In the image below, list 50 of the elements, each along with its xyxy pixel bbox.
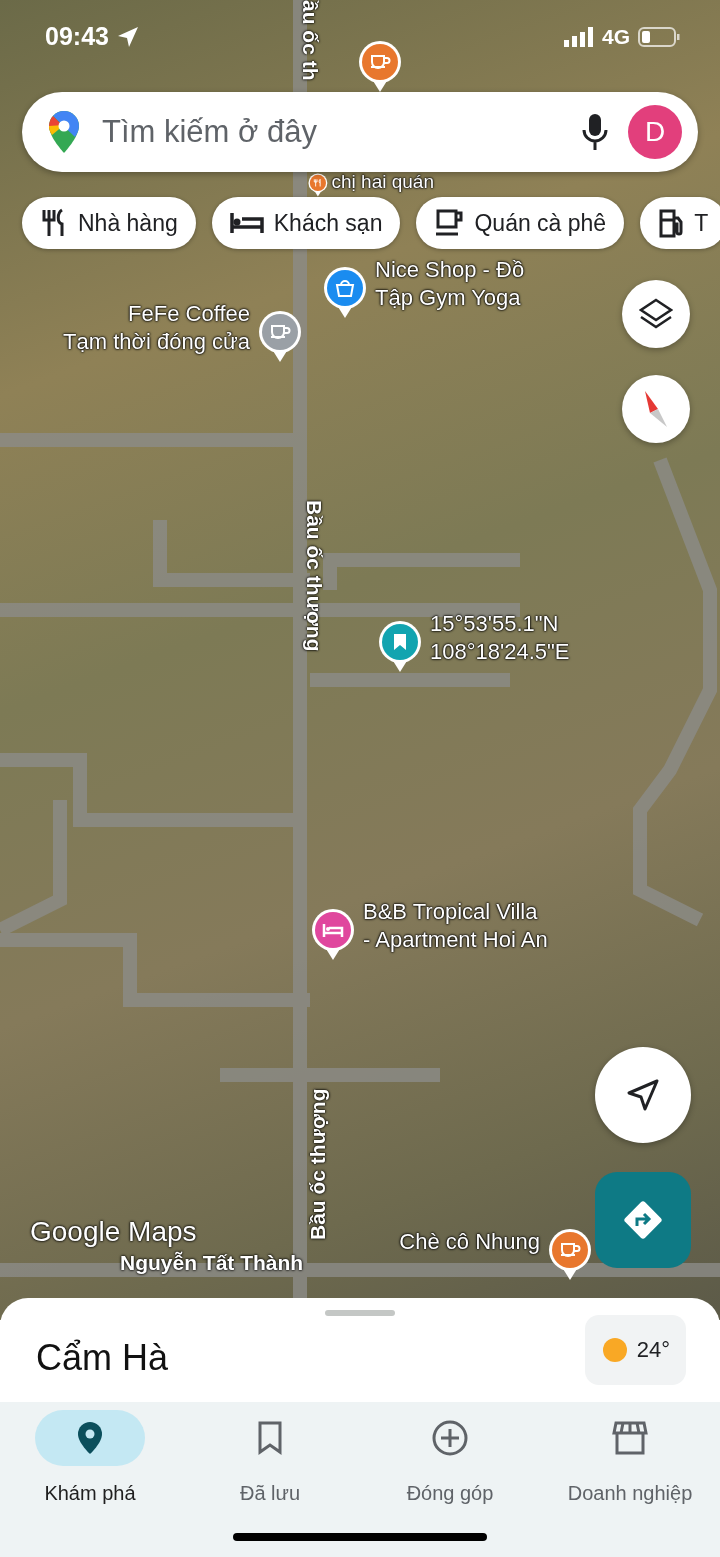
- street-label: Nguyễn Tất Thành: [120, 1251, 304, 1275]
- battery-icon: [638, 25, 680, 48]
- network-label: 4G: [602, 24, 630, 49]
- nav-tab[interactable]: Đã lưu: [180, 1410, 360, 1505]
- category-chip[interactable]: T: [640, 197, 720, 249]
- place-title: Cẩm Hà: [36, 1337, 170, 1379]
- nav-tab[interactable]: Đóng góp: [360, 1410, 540, 1505]
- category-chip[interactable]: Quán cà phê: [416, 197, 625, 249]
- place-label: B&B Tropical Villa - Apartment Hoi An: [363, 898, 548, 954]
- search-field[interactable]: Tìm kiếm ở đây: [100, 113, 562, 151]
- account-avatar[interactable]: D: [628, 105, 682, 159]
- maps-logo-icon: [48, 110, 80, 154]
- bookmark-icon: [257, 1421, 283, 1455]
- navigation-arrow-icon: [627, 1079, 659, 1111]
- bed-icon: [229, 211, 264, 235]
- sun-icon: [600, 1336, 629, 1364]
- search-bar[interactable]: Tìm kiếm ở đây D: [22, 92, 698, 172]
- hotel-pin-icon[interactable]: [311, 908, 355, 962]
- cafe-pin-icon[interactable]: [258, 310, 302, 364]
- nav-tab[interactable]: Khám phá: [0, 1410, 180, 1505]
- place-label: chị hai quán: [331, 170, 434, 194]
- cafe-pin-icon[interactable]: [548, 1228, 592, 1282]
- weather-chip[interactable]: 24°: [584, 1315, 686, 1385]
- directions-button[interactable]: [595, 1172, 691, 1268]
- shop-pin-icon[interactable]: [323, 266, 367, 320]
- place-label: Chè cô Nhung: [399, 1228, 540, 1256]
- restaurant-pin-icon[interactable]: [308, 172, 328, 197]
- place-label: 15°53'55.1"N 108°18'24.5"E: [430, 610, 570, 666]
- street-label: Bầu ốc thượng: [302, 500, 326, 652]
- fuel-pump-icon: [658, 208, 685, 238]
- map-logo: Google Maps: [30, 1216, 197, 1248]
- saved-pin-icon[interactable]: [378, 620, 422, 674]
- signal-icon: [564, 26, 594, 47]
- plus-circle-icon: [432, 1420, 468, 1456]
- storefront-icon: [612, 1421, 648, 1455]
- layers-icon: [639, 298, 673, 330]
- place-label: FeFe Coffee Tạm thời đóng cửa: [63, 300, 250, 356]
- temperature-label: 24°: [636, 1337, 670, 1363]
- microphone-icon[interactable]: [582, 113, 608, 151]
- location-pin-icon: [77, 1421, 103, 1455]
- clock: 09:43: [45, 22, 109, 51]
- nav-tab[interactable]: Doanh nghiệp: [540, 1410, 720, 1505]
- cafe-pin-icon[interactable]: [358, 40, 402, 94]
- location-arrow-icon: [116, 25, 139, 48]
- place-label: Nice Shop - Đồ Tập Gym Yoga: [375, 256, 525, 312]
- category-chip[interactable]: Khách sạn: [211, 197, 401, 249]
- street-label: Bầu ốc thượng: [306, 1088, 330, 1240]
- street-label: ầu ốc th: [298, 0, 322, 81]
- category-chip[interactable]: Nhà hàng: [22, 197, 196, 249]
- coffee-cup-icon: [434, 208, 465, 238]
